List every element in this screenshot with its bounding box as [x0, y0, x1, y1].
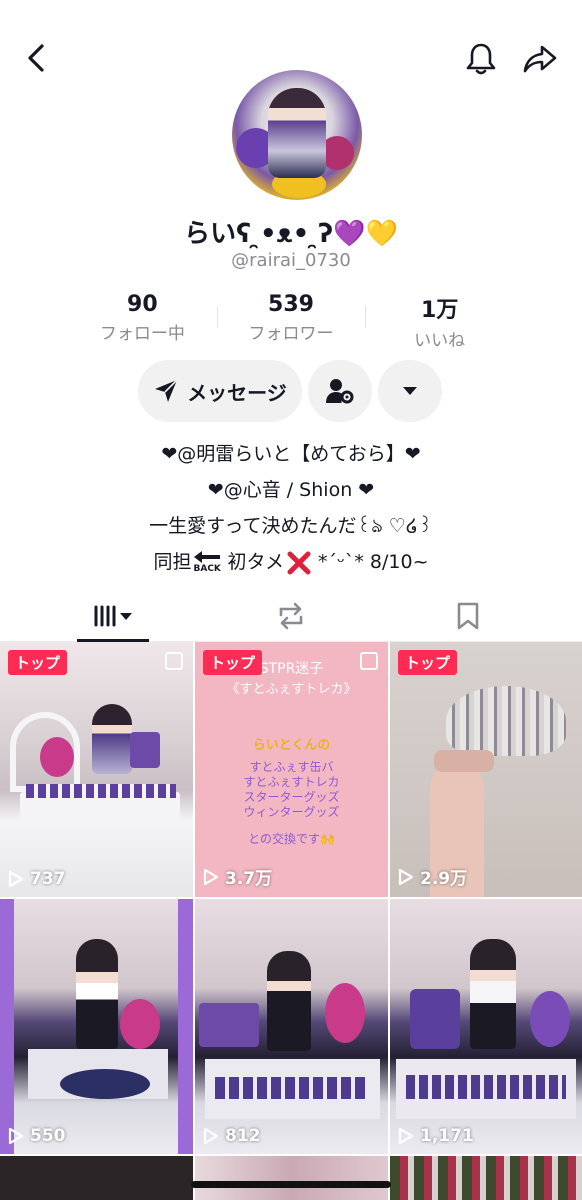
back-label: BACK: [193, 563, 221, 574]
video-tile-1[interactable]: トップ 737: [0, 642, 193, 897]
bio-line-4-prefix: 同担: [153, 551, 192, 573]
video-tile-7[interactable]: [0, 1156, 193, 1200]
bio-line-1[interactable]: ❤@明雷らいと【めておら】❤: [0, 436, 582, 472]
video-tile-3[interactable]: トップ 2.9万: [390, 642, 582, 897]
pinned-badge: トップ: [398, 650, 458, 675]
share-button[interactable]: [520, 40, 560, 78]
multi-image-icon: [360, 652, 378, 670]
pinned-badge: トップ: [203, 650, 263, 675]
back-button[interactable]: [18, 40, 54, 76]
tab-saved[interactable]: [371, 590, 565, 642]
stat-value: 90: [127, 292, 158, 317]
bio-line-3: 一生愛すって決めたんだ꒰ঌ ♡໒꒱: [149, 515, 433, 537]
stat-followers[interactable]: 539 フォロワー: [216, 292, 366, 348]
multi-image-icon: [165, 652, 183, 670]
grid-icon: [94, 605, 132, 627]
cross-mark-icon: [286, 550, 312, 576]
tile-thumbnail: STPR迷子 《すとふぇすトレカ》 らいとくんの すとふぇす缶バ すとふぇすトレ…: [195, 642, 388, 897]
tile-thumbnail: [390, 899, 582, 1154]
card-item-3: スターターグッズ: [243, 790, 340, 804]
tile-thumbnail: [195, 899, 388, 1154]
play-icon: [203, 1127, 219, 1145]
message-button-label: メッセージ: [187, 380, 287, 405]
card-item-2: すとふぇすトレカ: [243, 775, 340, 789]
card-item-1: すとふぇす缶バ: [249, 760, 334, 774]
profile-bio: ❤@明雷らいと【めておら】❤ ❤@心音 / Shion ❤ 一生愛すって決めたん…: [0, 436, 582, 580]
bio-line-4-mid: 初タメ: [221, 551, 284, 573]
avatar[interactable]: [232, 70, 362, 200]
view-count: 2.9万: [398, 864, 467, 889]
username[interactable]: @rairai_0730: [0, 250, 582, 271]
avatar-person: [268, 88, 326, 178]
stat-value: 539: [268, 292, 314, 317]
view-count-value: 550: [30, 1126, 66, 1146]
tile-thumbnail: [0, 899, 193, 1154]
tab-videos[interactable]: [17, 590, 211, 642]
video-tile-5[interactable]: 812: [195, 899, 388, 1154]
play-icon: [8, 870, 24, 888]
display-name: らいʕ ̯•ᴥ• ̯ʔ💜💛: [184, 219, 398, 249]
card-closing: との交換です🙌: [248, 832, 335, 846]
profile-stats: 90 フォロー中 539 フォロワー 1万 いいね: [68, 292, 514, 351]
view-count-value: 3.7万: [225, 869, 273, 889]
play-icon: [398, 1127, 414, 1145]
video-tile-9[interactable]: [390, 1156, 582, 1200]
play-icon: [203, 868, 219, 885]
add-friend-settings-button[interactable]: [308, 360, 372, 422]
card-item-4: ウィンターグッズ: [243, 805, 340, 819]
view-count-value: 737: [30, 869, 66, 889]
bell-icon: [466, 43, 496, 75]
stat-label: フォロー中: [99, 324, 185, 344]
stat-likes[interactable]: 1万 いいね: [365, 292, 514, 351]
bio-line-4-suffix: *ˊᵕˋ* 8/10~: [311, 551, 429, 573]
view-count: 550: [8, 1126, 66, 1146]
send-icon: [155, 379, 178, 402]
video-tile-4[interactable]: 550: [0, 899, 193, 1154]
back-arrow-icon: BACK: [192, 549, 222, 577]
pinned-badge: トップ: [8, 650, 68, 675]
more-options-dropdown[interactable]: [378, 360, 442, 422]
view-count: 1,171: [398, 1126, 474, 1146]
repost-icon: [279, 602, 303, 630]
tile-thumbnail: [390, 642, 582, 897]
video-tile-2[interactable]: STPR迷子 《すとふぇすトレカ》 らいとくんの すとふぇす缶バ すとふぇすトレ…: [195, 642, 388, 897]
stat-following[interactable]: 90 フォロー中: [68, 292, 217, 348]
share-arrow-icon: [523, 45, 557, 73]
play-icon: [8, 1127, 24, 1145]
stat-value: 1万: [421, 298, 459, 323]
content-tabs: [0, 590, 582, 642]
stat-label: いいね: [414, 331, 466, 351]
chevron-left-icon: [28, 44, 44, 72]
video-tile-6[interactable]: 1,171: [390, 899, 582, 1154]
user-settings-icon: [326, 379, 354, 404]
view-count: 812: [203, 1126, 261, 1146]
view-count: 737: [8, 869, 66, 889]
play-icon: [398, 868, 414, 885]
view-count-value: 2.9万: [420, 869, 468, 889]
view-count-value: 812: [225, 1126, 261, 1146]
card-title-2: 《すとふぇすトレカ》: [226, 682, 357, 697]
home-indicator[interactable]: [191, 1181, 391, 1188]
tab-reposts[interactable]: [194, 590, 388, 642]
caret-down-icon: [403, 387, 417, 395]
bio-line-2[interactable]: ❤@心音 / Shion ❤: [0, 472, 582, 508]
stat-label: フォロワー: [248, 324, 334, 344]
view-count-value: 1,171: [420, 1126, 474, 1146]
video-tile-8[interactable]: [195, 1156, 388, 1200]
bookmark-icon: [457, 602, 479, 630]
notification-button[interactable]: [462, 40, 500, 78]
bio-line-4: 同担 BACK 初タメ *ˊᵕˋ* 8/10~: [0, 544, 582, 580]
message-button[interactable]: メッセージ: [138, 360, 302, 422]
card-name: らいとくんの: [252, 738, 331, 753]
tile-thumbnail: [0, 642, 193, 897]
view-count: 3.7万: [203, 864, 272, 889]
